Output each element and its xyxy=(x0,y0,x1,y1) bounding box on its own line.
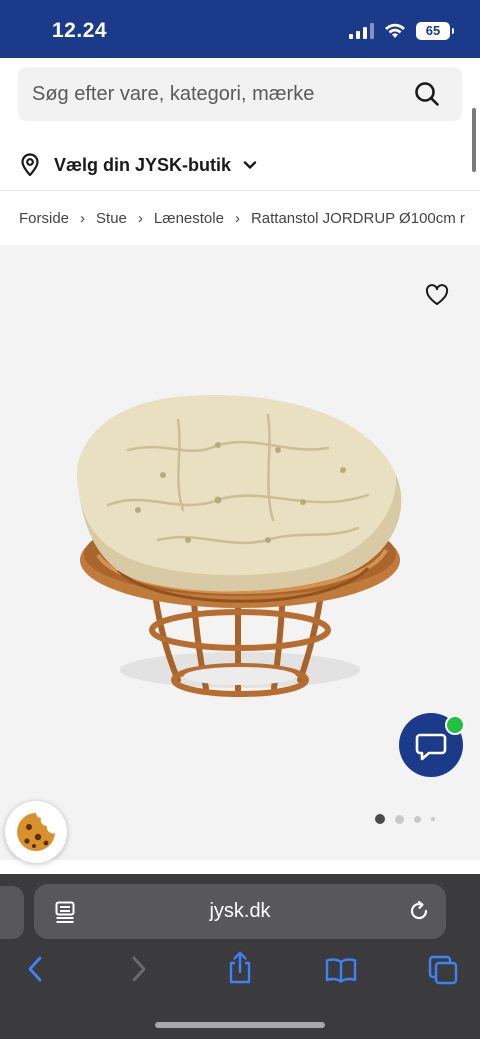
bookmarks-icon[interactable] xyxy=(325,956,357,984)
share-icon[interactable] xyxy=(227,951,253,985)
back-icon[interactable] xyxy=(26,955,44,983)
address-bar[interactable]: jysk.dk xyxy=(34,884,446,939)
address-bar-url[interactable]: jysk.dk xyxy=(34,884,446,939)
chevron-down-icon xyxy=(243,161,257,169)
breadcrumb-item-stue[interactable]: Stue xyxy=(96,210,127,227)
breadcrumb-item-forside[interactable]: Forside xyxy=(19,210,69,227)
cookie-icon xyxy=(17,813,55,851)
status-icons: 65 xyxy=(349,20,454,42)
carousel-dot[interactable] xyxy=(431,817,435,821)
wifi-icon xyxy=(385,23,405,38)
forward-icon[interactable] xyxy=(130,955,148,983)
breadcrumb-separator-icon: › xyxy=(80,209,86,227)
chat-online-indicator xyxy=(445,715,465,735)
store-selector[interactable]: Vælg din JYSK-butik xyxy=(20,150,257,180)
carousel-dot-active[interactable] xyxy=(375,814,385,824)
battery-indicator: 65 xyxy=(416,22,454,40)
tabs-icon[interactable] xyxy=(428,955,458,985)
home-indicator[interactable] xyxy=(155,1022,325,1028)
reload-icon[interactable] xyxy=(408,900,430,922)
breadcrumb-item-current: Rattanstol JORDRUP Ø100cm r xyxy=(250,209,465,227)
status-bar: 12.24 65 xyxy=(0,0,480,58)
heart-icon[interactable] xyxy=(425,284,449,306)
breadcrumb-separator-icon: › xyxy=(137,209,143,227)
carousel-dot[interactable] xyxy=(395,814,404,824)
scrollbar[interactable] xyxy=(472,108,476,172)
breadcrumb: Forside › Stue › Lænestole › Rattanstol … xyxy=(19,207,480,229)
signal-icon xyxy=(349,23,374,39)
cookie-settings-button[interactable] xyxy=(5,801,67,863)
store-selector-label: Vælg din JYSK-butik xyxy=(54,154,232,175)
carousel-indicator[interactable] xyxy=(375,814,435,824)
product-image xyxy=(76,394,402,697)
carousel-dot[interactable] xyxy=(414,815,421,823)
breadcrumb-item-laenestole[interactable]: Lænestole xyxy=(154,210,224,227)
breadcrumb-separator-icon: › xyxy=(234,209,240,227)
previous-tab-preview[interactable] xyxy=(0,886,24,939)
search-icon[interactable] xyxy=(414,81,440,107)
search-bar[interactable] xyxy=(18,67,462,121)
status-time: 12.24 xyxy=(52,19,108,42)
divider xyxy=(0,190,480,191)
search-input[interactable] xyxy=(32,67,402,121)
location-pin-icon xyxy=(21,153,39,177)
